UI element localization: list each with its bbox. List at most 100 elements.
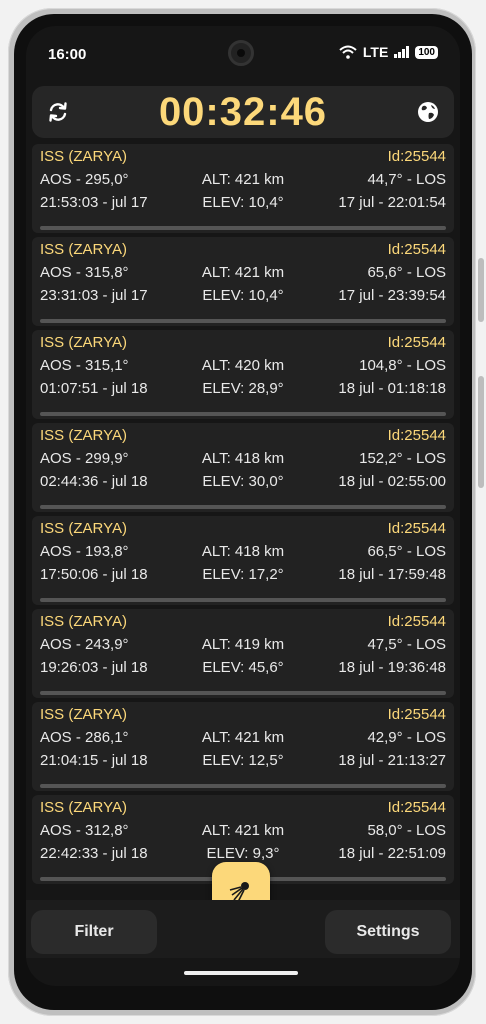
- timer-bar: 00:32:46: [32, 86, 454, 138]
- los-azimuth: 104,8° - LOS: [359, 357, 446, 374]
- pass-row: AOS - 243,9° ALT: 419 km 47,5° - LOS: [40, 636, 446, 656]
- pass-progress-bar: [40, 691, 446, 695]
- wifi-icon: [339, 45, 357, 59]
- pass-progress-bar: [40, 226, 446, 230]
- aos-azimuth: AOS - 315,8°: [40, 264, 129, 281]
- max-elevation: ELEV: 17,2°: [202, 566, 284, 583]
- satellite-name: ISS (ZARYA): [40, 613, 127, 630]
- max-elevation: ELEV: 10,4°: [202, 194, 284, 211]
- aos-time: 02:44:36 - jul 18: [40, 473, 148, 490]
- pass-row: 01:07:51 - jul 18 ELEV: 28,9° 18 jul - 01:…: [40, 380, 446, 400]
- satellite-name: ISS (ZARYA): [40, 799, 127, 816]
- norad-id: Id:25544: [387, 334, 446, 351]
- norad-id: Id:25544: [387, 799, 446, 816]
- status-icons: LTE 100: [339, 44, 438, 60]
- los-azimuth: 152,2° - LOS: [359, 450, 446, 467]
- altitude: ALT: 421 km: [201, 264, 285, 281]
- altitude: ALT: 421 km: [201, 822, 285, 839]
- satellite-name: ISS (ZARYA): [40, 148, 127, 165]
- max-elevation: ELEV: 12,5°: [202, 752, 284, 769]
- satellite-name: ISS (ZARYA): [40, 427, 127, 444]
- pass-row: AOS - 299,9° ALT: 418 km 152,2° - LOS: [40, 450, 446, 470]
- aos-azimuth: AOS - 243,9°: [40, 636, 129, 653]
- aos-time: 22:42:33 - jul 18: [40, 845, 148, 862]
- power-button: [478, 376, 484, 488]
- pass-card[interactable]: ISS (ZARYA) Id:25544 AOS - 243,9° ALT: 419 …: [32, 609, 454, 698]
- bottom-bar: Filter Settings: [26, 900, 460, 958]
- altitude: ALT: 421 km: [201, 171, 285, 188]
- aos-time: 19:26:03 - jul 18: [40, 659, 148, 676]
- max-elevation: ELEV: 10,4°: [202, 287, 284, 304]
- satellite-name: ISS (ZARYA): [40, 706, 127, 723]
- aos-time: 21:53:03 - jul 17: [40, 194, 148, 211]
- satellite-name: ISS (ZARYA): [40, 241, 127, 258]
- countdown-timer: 00:32:46: [158, 90, 328, 134]
- aos-time: 01:07:51 - jul 18: [40, 380, 148, 397]
- pass-row: 21:53:03 - jul 17 ELEV: 10,4° 17 jul - 22:…: [40, 194, 446, 214]
- pass-card[interactable]: ISS (ZARYA) Id:25544 AOS - 315,1° ALT: 420 …: [32, 330, 454, 419]
- globe-icon[interactable]: [416, 100, 440, 124]
- los-azimuth: 66,5° - LOS: [367, 543, 446, 560]
- aos-azimuth: AOS - 295,0°: [40, 171, 129, 188]
- front-camera: [228, 40, 254, 66]
- pass-row: AOS - 295,0° ALT: 421 km 44,7° - LOS: [40, 171, 446, 191]
- norad-id: Id:25544: [387, 613, 446, 630]
- pass-row: AOS - 286,1° ALT: 421 km 42,9° - LOS: [40, 729, 446, 749]
- max-elevation: ELEV: 45,6°: [202, 659, 284, 676]
- pass-row: AOS - 315,1° ALT: 420 km 104,8° - LOS: [40, 357, 446, 377]
- los-time: 18 jul - 21:13:27: [338, 752, 446, 769]
- pass-progress-bar: [40, 598, 446, 602]
- altitude: ALT: 418 km: [201, 450, 285, 467]
- pass-row: ISS (ZARYA) Id:25544: [40, 427, 446, 447]
- pass-row: ISS (ZARYA) Id:25544: [40, 613, 446, 633]
- pass-progress-bar: [40, 319, 446, 323]
- aos-azimuth: AOS - 315,1°: [40, 357, 129, 374]
- norad-id: Id:25544: [387, 520, 446, 537]
- los-time: 17 jul - 23:39:54: [338, 287, 446, 304]
- filter-button[interactable]: Filter: [31, 910, 157, 954]
- battery-icon: 100: [415, 45, 438, 59]
- pass-row: AOS - 315,8° ALT: 421 km 65,6° - LOS: [40, 264, 446, 284]
- los-azimuth: 58,0° - LOS: [367, 822, 446, 839]
- max-elevation: ELEV: 28,9°: [202, 380, 284, 397]
- gesture-nav-handle[interactable]: [184, 971, 298, 975]
- pass-row: 19:26:03 - jul 18 ELEV: 45,6° 18 jul - 19:…: [40, 659, 446, 679]
- aos-time: 17:50:06 - jul 18: [40, 566, 148, 583]
- pass-card[interactable]: ISS (ZARYA) Id:25544 AOS - 295,0° ALT: 421 …: [32, 144, 454, 233]
- pass-row: AOS - 193,8° ALT: 418 km 66,5° - LOS: [40, 543, 446, 563]
- satellite-name: ISS (ZARYA): [40, 520, 127, 537]
- pass-row: ISS (ZARYA) Id:25544: [40, 799, 446, 819]
- pass-card[interactable]: ISS (ZARYA) Id:25544 AOS - 286,1° ALT: 421 …: [32, 702, 454, 791]
- pass-row: AOS - 312,8° ALT: 421 km 58,0° - LOS: [40, 822, 446, 842]
- signal-icon: [394, 46, 410, 58]
- pass-row: ISS (ZARYA) Id:25544: [40, 148, 446, 168]
- los-time: 18 jul - 17:59:48: [338, 566, 446, 583]
- los-azimuth: 44,7° - LOS: [367, 171, 446, 188]
- pass-row: 21:04:15 - jul 18 ELEV: 12,5° 18 jul - 21:…: [40, 752, 446, 772]
- altitude: ALT: 420 km: [201, 357, 285, 374]
- settings-button[interactable]: Settings: [325, 910, 451, 954]
- los-time: 18 jul - 02:55:00: [338, 473, 446, 490]
- pass-card[interactable]: ISS (ZARYA) Id:25544 AOS - 193,8° ALT: 418 …: [32, 516, 454, 605]
- status-bar: 16:00 LTE 100: [26, 26, 460, 82]
- pass-card[interactable]: ISS (ZARYA) Id:25544 AOS - 315,8° ALT: 421 …: [32, 237, 454, 326]
- los-time: 18 jul - 22:51:09: [338, 845, 446, 862]
- norad-id: Id:25544: [387, 241, 446, 258]
- altitude: ALT: 421 km: [201, 729, 285, 746]
- pass-row: ISS (ZARYA) Id:25544: [40, 334, 446, 354]
- screen: 16:00 LTE 100 00:32:46 ISS (ZARYA) Id:25…: [26, 26, 460, 986]
- network-label: LTE: [362, 44, 389, 60]
- pass-card[interactable]: ISS (ZARYA) Id:25544 AOS - 299,9° ALT: 418 …: [32, 423, 454, 512]
- pass-list: ISS (ZARYA) Id:25544 AOS - 295,0° ALT: 421 …: [32, 144, 454, 894]
- los-azimuth: 65,6° - LOS: [367, 264, 446, 281]
- norad-id: Id:25544: [387, 706, 446, 723]
- pass-progress-bar: [40, 412, 446, 416]
- altitude: ALT: 418 km: [201, 543, 285, 560]
- pass-row: ISS (ZARYA) Id:25544: [40, 241, 446, 261]
- los-time: 17 jul - 22:01:54: [338, 194, 446, 211]
- los-azimuth: 47,5° - LOS: [367, 636, 446, 653]
- pass-row: ISS (ZARYA) Id:25544: [40, 520, 446, 540]
- los-time: 18 jul - 01:18:18: [338, 380, 446, 397]
- pass-row: 23:31:03 - jul 17 ELEV: 10,4° 17 jul - 23:…: [40, 287, 446, 307]
- pass-row: 17:50:06 - jul 18 ELEV: 17,2° 18 jul - 17:…: [40, 566, 446, 586]
